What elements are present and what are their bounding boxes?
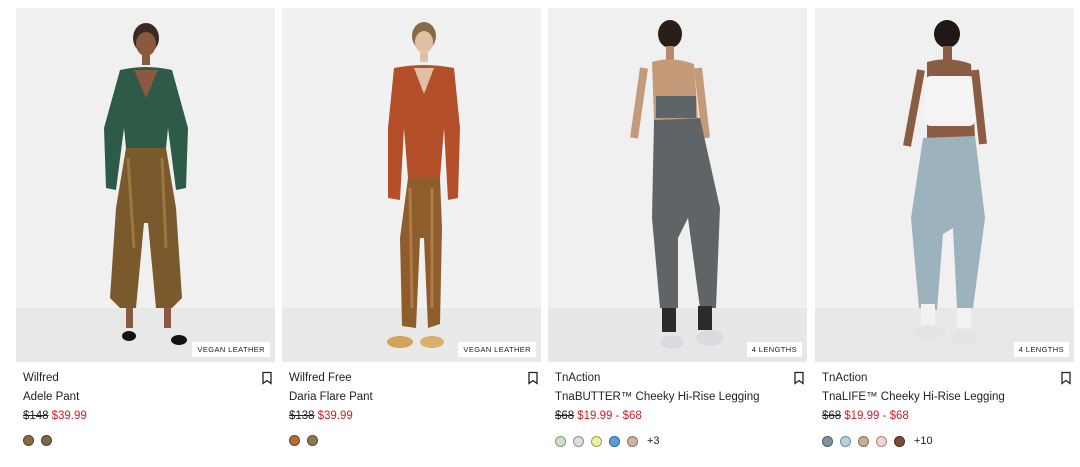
color-swatch[interactable] [609, 435, 620, 447]
product-grid: VEGAN LEATHER Wilfred Adele Pant $148 $39… [0, 0, 1080, 467]
product-name[interactable]: TnaLIFE™ Cheeky Hi-Rise Legging [822, 391, 1005, 403]
more-colors-count[interactable]: +10 [914, 435, 933, 447]
product-tag: VEGAN LEATHER [458, 342, 536, 357]
product-prices: $68 $19.99 - $68 [822, 410, 909, 422]
product-brand: TnAction [822, 372, 868, 384]
product-image[interactable]: VEGAN LEATHER [282, 8, 541, 362]
color-swatches: +10 [822, 435, 933, 447]
original-price: $68 [822, 410, 842, 422]
product-name[interactable]: TnaBUTTER™ Cheeky Hi-Rise Legging [555, 391, 760, 403]
sale-price: $19.99 - $68 [577, 410, 642, 422]
product-card[interactable]: 4 LENGTHS TnAction TnaBUTTER™ Cheeky Hi-… [548, 8, 807, 447]
color-swatch[interactable] [41, 435, 52, 446]
product-name[interactable]: Adele Pant [23, 391, 79, 403]
product-photo-tnabutter-legging [548, 8, 807, 362]
product-photo-adele-pant [16, 8, 275, 362]
color-swatch[interactable] [822, 435, 833, 447]
original-price: $68 [555, 410, 575, 422]
color-swatch[interactable] [23, 435, 34, 446]
color-swatch[interactable] [627, 435, 638, 447]
color-swatch[interactable] [876, 435, 887, 447]
color-swatches [23, 435, 59, 446]
bookmark-icon[interactable] [260, 371, 274, 385]
color-swatch[interactable] [555, 435, 566, 447]
color-swatch[interactable] [591, 435, 602, 447]
sale-price: $39.99 [51, 410, 87, 422]
product-prices: $68 $19.99 - $68 [555, 410, 642, 422]
product-card[interactable]: 4 LENGTHS TnAction TnaLIFE™ Cheeky Hi-Ri… [815, 8, 1074, 447]
product-photo-tnalife-legging [815, 8, 1074, 362]
color-swatch[interactable] [840, 435, 851, 447]
product-card[interactable]: VEGAN LEATHER Wilfred Free Daria Flare P… [282, 8, 541, 446]
color-swatch[interactable] [573, 435, 584, 447]
color-swatches: +3 [555, 435, 660, 447]
product-tag: 4 LENGTHS [1013, 342, 1069, 357]
product-prices: $148 $39.99 [23, 410, 87, 422]
bookmark-icon[interactable] [1059, 371, 1073, 385]
original-price: $138 [289, 410, 315, 422]
product-brand: Wilfred Free [289, 372, 352, 384]
product-brand: Wilfred [23, 372, 59, 384]
product-tag: VEGAN LEATHER [192, 342, 270, 357]
sale-price: $19.99 - $68 [844, 410, 909, 422]
product-image[interactable]: 4 LENGTHS [815, 8, 1074, 362]
color-swatch[interactable] [858, 435, 869, 447]
product-photo-daria-flare-pant [282, 8, 541, 362]
color-swatch[interactable] [307, 435, 318, 446]
color-swatches [289, 435, 325, 446]
more-colors-count[interactable]: +3 [647, 435, 660, 447]
product-image[interactable]: VEGAN LEATHER [16, 8, 275, 362]
product-image[interactable]: 4 LENGTHS [548, 8, 807, 362]
color-swatch[interactable] [289, 435, 300, 446]
product-brand: TnAction [555, 372, 601, 384]
product-prices: $138 $39.99 [289, 410, 353, 422]
bookmark-icon[interactable] [526, 371, 540, 385]
original-price: $148 [23, 410, 49, 422]
color-swatch[interactable] [894, 435, 905, 447]
bookmark-icon[interactable] [792, 371, 806, 385]
sale-price: $39.99 [317, 410, 353, 422]
product-tag: 4 LENGTHS [746, 342, 802, 357]
product-name[interactable]: Daria Flare Pant [289, 391, 373, 403]
product-card[interactable]: VEGAN LEATHER Wilfred Adele Pant $148 $39… [16, 8, 275, 446]
